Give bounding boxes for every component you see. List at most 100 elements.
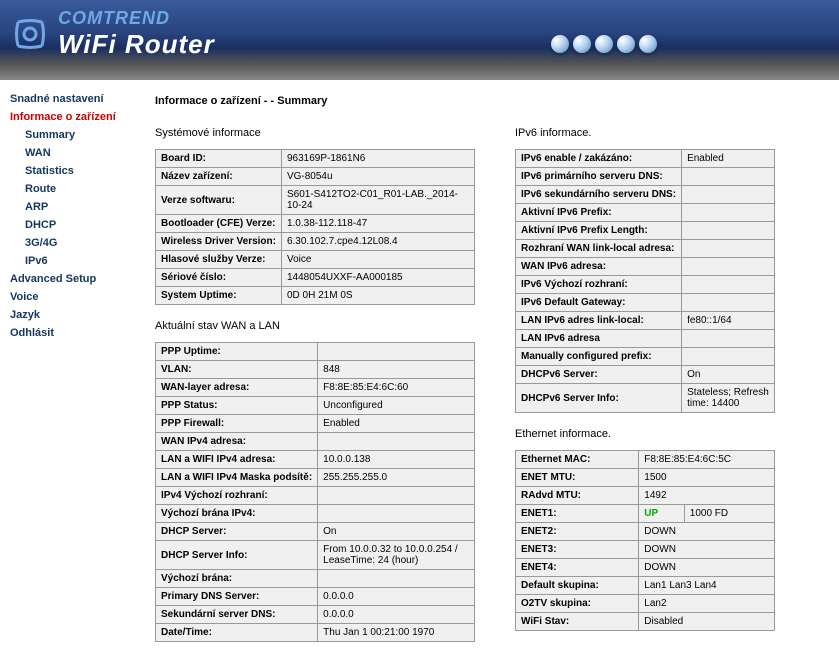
nav-summary[interactable]: Summary bbox=[25, 126, 130, 144]
row-label: LAN IPv6 adresa bbox=[516, 330, 682, 348]
row-value bbox=[682, 294, 775, 312]
row-label: Rozhraní WAN link-local adresa: bbox=[516, 240, 682, 258]
row-value bbox=[682, 276, 775, 294]
nav-dhcp[interactable]: DHCP bbox=[25, 216, 130, 234]
table-row: IPv6 enable / zakázáno:Enabled bbox=[516, 150, 775, 168]
row-value: Enabled bbox=[318, 415, 475, 433]
table-row: IPv4 Výchozí rozhraní: bbox=[156, 487, 475, 505]
table-row: Aktivní IPv6 Prefix: bbox=[516, 204, 775, 222]
nav-ipv6[interactable]: IPv6 bbox=[25, 252, 130, 270]
table-row: Sekundární server DNS:0.0.0.0 bbox=[156, 606, 475, 624]
wan-lan-table: PPP Uptime:VLAN:848WAN-layer adresa:F8:8… bbox=[155, 342, 475, 642]
row-label: Název zařízení: bbox=[156, 168, 282, 186]
row-label: WAN IPv6 adresa: bbox=[516, 258, 682, 276]
table-row: Výchozí brána: bbox=[156, 570, 475, 588]
row-value bbox=[682, 258, 775, 276]
row-label: Aktivní IPv6 Prefix Length: bbox=[516, 222, 682, 240]
table-row: ENET1:UP1000 FD bbox=[516, 505, 775, 523]
row-label: Verze softwaru: bbox=[156, 186, 282, 215]
row-label: WAN-layer adresa: bbox=[156, 379, 318, 397]
row-value: 6.30.102.7.cpe4.12L08.4 bbox=[281, 233, 474, 251]
row-label: IPv6 sekundárního serveru DNS: bbox=[516, 186, 682, 204]
table-row: ENET2:DOWN bbox=[516, 523, 775, 541]
system-info-table: Board ID:963169P-1861N6Název zařízení:VG… bbox=[155, 149, 475, 305]
table-row: IPv6 Default Gateway: bbox=[516, 294, 775, 312]
row-value: 0.0.0.0 bbox=[318, 606, 475, 624]
row-label: RAdvd MTU: bbox=[516, 487, 639, 505]
table-row: IPv6 Výchozí rozhraní: bbox=[516, 276, 775, 294]
row-value bbox=[682, 330, 775, 348]
row-label: Výchozí brána IPv4: bbox=[156, 505, 318, 523]
nav-jazyk[interactable]: Jazyk bbox=[10, 306, 130, 324]
table-row: IPv6 primárního serveru DNS: bbox=[516, 168, 775, 186]
nav-statistics[interactable]: Statistics bbox=[25, 162, 130, 180]
table-row: PPP Uptime: bbox=[156, 343, 475, 361]
nav-device-info[interactable]: Informace o zařízení bbox=[10, 108, 130, 126]
row-value: DOWN bbox=[639, 523, 775, 541]
row-label: DHCPv6 Server: bbox=[516, 366, 682, 384]
table-row: Default skupina:Lan1 Lan3 Lan4 bbox=[516, 577, 775, 595]
nav-route[interactable]: Route bbox=[25, 180, 130, 198]
row-label: IPv6 Výchozí rozhraní: bbox=[516, 276, 682, 294]
row-label: Board ID: bbox=[156, 150, 282, 168]
row-value: Unconfigured bbox=[318, 397, 475, 415]
row-label: PPP Firewall: bbox=[156, 415, 318, 433]
table-row: LAN a WIFI IPv4 Maska podsítě:255.255.25… bbox=[156, 469, 475, 487]
header-banner: COMTREND WiFi Router bbox=[0, 0, 839, 80]
row-value: 10.0.0.138 bbox=[318, 451, 475, 469]
nav-arp[interactable]: ARP bbox=[25, 198, 130, 216]
table-row: Rozhraní WAN link-local adresa: bbox=[516, 240, 775, 258]
table-row: LAN IPv6 adresa bbox=[516, 330, 775, 348]
table-row: DHCP Server:On bbox=[156, 523, 475, 541]
row-value bbox=[682, 240, 775, 258]
product-text: WiFi Router bbox=[58, 29, 215, 60]
table-row: IPv6 sekundárního serveru DNS: bbox=[516, 186, 775, 204]
row-label: IPv4 Výchozí rozhraní: bbox=[156, 487, 318, 505]
row-label: ENET MTU: bbox=[516, 469, 639, 487]
table-row: Board ID:963169P-1861N6 bbox=[156, 150, 475, 168]
table-row: Bootloader (CFE) Verze:1.0.38-112.118-47 bbox=[156, 215, 475, 233]
row-value: Stateless; Refresh time: 14400 bbox=[682, 384, 775, 413]
row-value bbox=[682, 186, 775, 204]
row-value bbox=[682, 222, 775, 240]
brand-text: COMTREND bbox=[58, 8, 215, 29]
enet-status: UP bbox=[639, 505, 684, 523]
row-label: Sériové číslo: bbox=[156, 269, 282, 287]
row-value: VG-8054u bbox=[281, 168, 474, 186]
nav-voice[interactable]: Voice bbox=[10, 288, 130, 306]
row-label: Sekundární server DNS: bbox=[156, 606, 318, 624]
row-value: 1.0.38-112.118-47 bbox=[281, 215, 474, 233]
row-value bbox=[318, 487, 475, 505]
nav-advanced-setup[interactable]: Advanced Setup bbox=[10, 270, 130, 288]
ethernet-table: Ethernet MAC:F8:8E:85:E4:6C:5CENET MTU:1… bbox=[515, 450, 775, 631]
table-row: Název zařízení:VG-8054u bbox=[156, 168, 475, 186]
row-label: IPv6 enable / zakázáno: bbox=[516, 150, 682, 168]
nav-wan[interactable]: WAN bbox=[25, 144, 130, 162]
table-row: WAN-layer adresa:F8:8E:85:E4:6C:60 bbox=[156, 379, 475, 397]
row-label: Aktivní IPv6 Prefix: bbox=[516, 204, 682, 222]
row-label: Default skupina: bbox=[516, 577, 639, 595]
row-label: LAN a WIFI IPv4 adresa: bbox=[156, 451, 318, 469]
row-value: 848 bbox=[318, 361, 475, 379]
row-value bbox=[318, 343, 475, 361]
nav-logout[interactable]: Odhlásit bbox=[10, 324, 130, 342]
table-row: ENET4:DOWN bbox=[516, 559, 775, 577]
row-label: Hlasové služby Verze: bbox=[156, 251, 282, 269]
nav-3g4g[interactable]: 3G/4G bbox=[25, 234, 130, 252]
row-value: Thu Jan 1 00:21:00 1970 bbox=[318, 624, 475, 642]
row-label: ENET2: bbox=[516, 523, 639, 541]
row-value bbox=[682, 348, 775, 366]
section-ethernet: Ethernet informace. bbox=[515, 428, 775, 440]
row-label: Manually configured prefix: bbox=[516, 348, 682, 366]
section-system-info: Systémové informace bbox=[155, 127, 475, 139]
nav-quick-setup[interactable]: Snadné nastavení bbox=[10, 90, 130, 108]
table-row: Výchozí brána IPv4: bbox=[156, 505, 475, 523]
row-value: F8:8E:85:E4:6C:60 bbox=[318, 379, 475, 397]
row-value bbox=[682, 204, 775, 222]
row-label: WiFi Stav: bbox=[516, 613, 639, 631]
row-label: Date/Time: bbox=[156, 624, 318, 642]
row-value: Lan2 bbox=[639, 595, 775, 613]
row-value: 963169P-1861N6 bbox=[281, 150, 474, 168]
table-row: RAdvd MTU:1492 bbox=[516, 487, 775, 505]
ipv6-table: IPv6 enable / zakázáno:EnabledIPv6 primá… bbox=[515, 149, 775, 413]
